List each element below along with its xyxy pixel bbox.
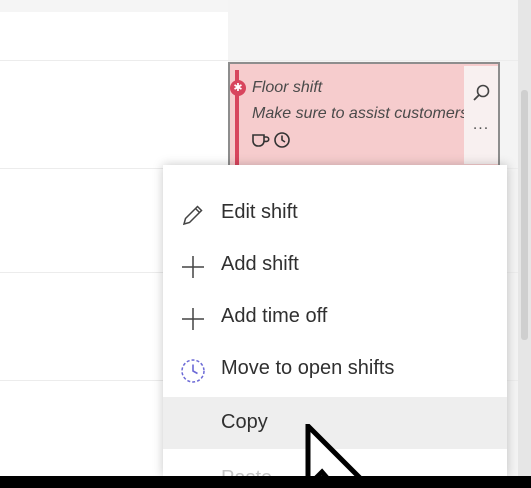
search-icon[interactable] <box>470 82 492 104</box>
row-divider <box>0 60 518 61</box>
scrollbar-thumb[interactable] <box>521 90 528 340</box>
menu-item-edit-shift[interactable]: Edit shift <box>163 187 507 239</box>
menu-item-label: Move to open shifts <box>221 357 395 379</box>
more-options-icon[interactable]: ... <box>470 117 492 133</box>
break-cup-icon <box>252 134 270 147</box>
shift-note: Make sure to assist customers <box>252 105 464 122</box>
menu-item-add-time-off[interactable]: Add time off <box>163 291 507 343</box>
menu-item-label: Copy <box>221 411 268 433</box>
menu-item-move-to-open-shifts[interactable]: Move to open shifts <box>163 343 507 395</box>
pencil-icon <box>182 205 203 226</box>
clock-icon <box>274 132 290 148</box>
shift-title: Floor shift <box>252 79 323 96</box>
menu-item-add-shift[interactable]: Add shift <box>163 239 507 291</box>
bottom-black-band <box>0 476 531 488</box>
vertical-scrollbar[interactable] <box>518 0 531 476</box>
menu-item-label: Add shift <box>221 253 299 275</box>
plus-icon <box>182 256 204 278</box>
shift-card-actions: ... <box>464 66 498 164</box>
open-shift-clock-icon <box>181 359 205 383</box>
shift-card[interactable]: ✱ Floor shift Make sure to assist custom… <box>228 62 500 168</box>
plus-icon <box>182 308 204 330</box>
menu-item-label: Add time off <box>221 305 328 327</box>
shift-indicators <box>250 130 292 150</box>
menu-item-label: Paste <box>221 467 272 476</box>
shift-badge-icon: ✱ <box>230 80 246 96</box>
menu-item-label: Edit shift <box>221 201 298 223</box>
